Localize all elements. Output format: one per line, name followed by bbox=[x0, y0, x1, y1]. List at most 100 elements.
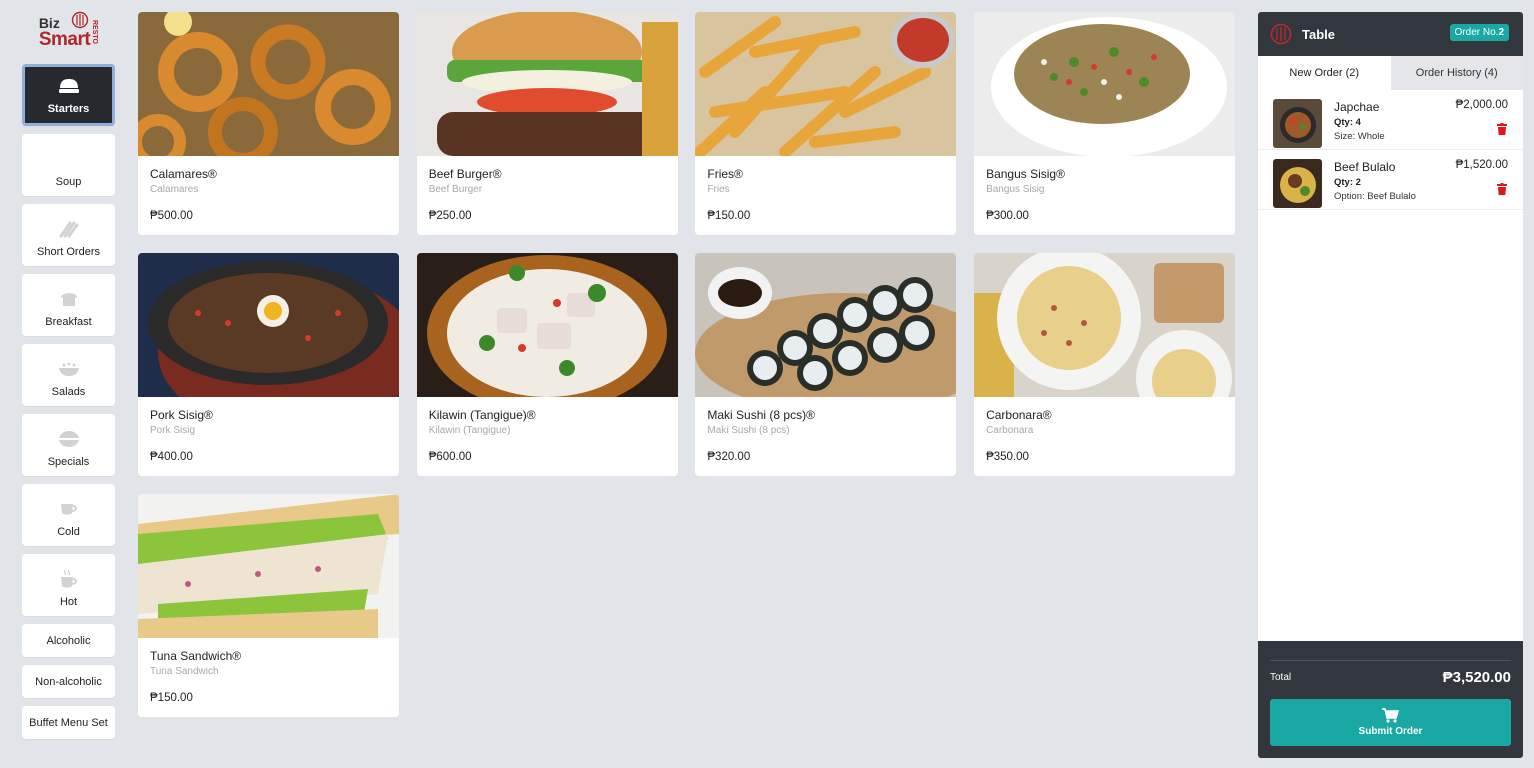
menu-item-price: ₱600.00 bbox=[428, 451, 472, 463]
category-cold[interactable]: Cold bbox=[22, 484, 115, 546]
menu-item-card[interactable]: Carbonara® Carbonara ₱350.00 bbox=[974, 253, 1236, 476]
menu-item-price: ₱400.00 bbox=[150, 451, 193, 463]
menu-item-name: Calamares® bbox=[150, 167, 217, 181]
category-alcoholic[interactable]: Alcoholic bbox=[22, 624, 115, 657]
order-item-option: Option: Beef Bulalo bbox=[1334, 191, 1416, 202]
menu-item-card[interactable]: Fries® Fries ₱150.00 bbox=[695, 12, 957, 235]
submit-order-label: Submit Order bbox=[1358, 726, 1423, 737]
menu-item-name: Beef Burger® bbox=[428, 167, 502, 181]
menu-item-card[interactable]: Maki Sushi (8 pcs)® Maki Sushi (8 pcs) ₱… bbox=[695, 253, 957, 476]
category-specials[interactable]: Specials bbox=[22, 414, 115, 476]
order-item-name: Beef Bulalo bbox=[1334, 160, 1396, 174]
category-soup[interactable]: Soup bbox=[22, 134, 115, 196]
menu-item-price: ₱500.00 bbox=[150, 210, 193, 222]
menu-item-subtitle: Carbonara bbox=[986, 425, 1034, 436]
total-label: Total bbox=[1270, 672, 1292, 683]
trash-icon[interactable] bbox=[1497, 183, 1507, 195]
starters-icon bbox=[58, 75, 80, 97]
menu-item-subtitle: Tuna Sandwich bbox=[150, 666, 219, 677]
tuna-sandwich-photo bbox=[138, 494, 399, 638]
tab-new-order[interactable]: New Order (2) bbox=[1258, 56, 1391, 90]
menu-item-price: ₱320.00 bbox=[707, 451, 751, 463]
category-label: Specials bbox=[47, 456, 90, 468]
fries-photo bbox=[695, 12, 957, 156]
category-hot[interactable]: Hot bbox=[22, 554, 115, 616]
total-value: ₱3,520.00 bbox=[1442, 669, 1511, 686]
category-label: Hot bbox=[59, 596, 78, 608]
brand-line-1: Biz bbox=[38, 14, 60, 31]
breakfast-icon bbox=[59, 288, 79, 310]
menu-item-card[interactable]: Bangus Sisig® Bangus Sisig ₱300.00 bbox=[974, 12, 1236, 235]
menu-item-card[interactable]: Beef Burger® Beef Burger ₱250.00 bbox=[416, 12, 678, 235]
menu-grid: Calamares® Calamares ₱500.00 Beef Burger… bbox=[138, 12, 1236, 717]
order-tabs: New Order (2) Order History (4) bbox=[1258, 56, 1523, 90]
calamares-photo bbox=[138, 12, 399, 156]
category-label: Buffet Menu Set bbox=[29, 716, 108, 729]
menu-item-name: Fries® bbox=[707, 167, 743, 181]
category-label: Non-alcoholic bbox=[35, 675, 102, 688]
menu-item-name: Kilawin (Tangigue)® bbox=[428, 408, 536, 422]
maki-sushi-photo bbox=[695, 253, 957, 397]
menu-item-name: Bangus Sisig® bbox=[986, 167, 1065, 181]
menu-item-card[interactable]: Pork Sisig® Pork Sisig ₱400.00 bbox=[138, 253, 399, 476]
menu-item-subtitle: Kilawin (Tangigue) bbox=[428, 425, 511, 436]
menu-item-name: Maki Sushi (8 pcs)® bbox=[707, 408, 815, 422]
order-number-value: 2 bbox=[1498, 27, 1504, 38]
category-label: Alcoholic bbox=[46, 634, 91, 647]
menu-item-subtitle: Beef Burger bbox=[428, 184, 483, 195]
category-salads[interactable]: Salads bbox=[22, 344, 115, 406]
menu-item-subtitle: Calamares bbox=[150, 184, 199, 195]
menu-item-card[interactable]: Calamares® Calamares ₱500.00 bbox=[138, 12, 399, 235]
menu-item-price: ₱150.00 bbox=[707, 210, 751, 222]
bangus-sisig-photo bbox=[974, 12, 1236, 156]
cart-icon bbox=[1382, 708, 1399, 723]
category-label: Starters bbox=[47, 103, 90, 115]
order-item: Beef Bulalo Qty: 2 Option: Beef Bulalo ₱… bbox=[1258, 150, 1523, 210]
submit-order-button[interactable]: Submit Order bbox=[1270, 699, 1511, 746]
order-number-label: Order No. bbox=[1454, 27, 1499, 38]
order-panel: Table Order No.2 New Order (2) Order His… bbox=[1258, 12, 1523, 758]
category-label: Soup bbox=[55, 176, 82, 188]
pork-sisig-photo bbox=[138, 253, 399, 397]
order-item-qty: Qty: 4 bbox=[1334, 117, 1361, 128]
hot-drink-icon bbox=[58, 568, 80, 590]
cold-drink-icon bbox=[58, 498, 80, 520]
category-label: Salads bbox=[51, 386, 86, 398]
order-item-qty: Qty: 2 bbox=[1334, 177, 1361, 188]
brand-line-3: RESTO bbox=[91, 20, 99, 44]
menu-item-name: Carbonara® bbox=[986, 408, 1052, 422]
brand-mark-icon bbox=[71, 11, 89, 29]
category-breakfast[interactable]: Breakfast bbox=[22, 274, 115, 336]
category-buffet-menu-set[interactable]: Buffet Menu Set bbox=[22, 706, 115, 739]
trash-icon[interactable] bbox=[1497, 123, 1507, 135]
order-item-price: ₱2,000.00 bbox=[1455, 99, 1508, 111]
menu-item-subtitle: Pork Sisig bbox=[150, 425, 196, 436]
category-label: Breakfast bbox=[45, 316, 92, 328]
order-footer: Total ₱3,520.00 Submit Order bbox=[1258, 641, 1523, 758]
menu-item-subtitle: Fries bbox=[707, 184, 730, 195]
order-total: Total ₱3,520.00 bbox=[1270, 669, 1511, 686]
order-number-badge: Order No.2 bbox=[1449, 24, 1509, 41]
category-label: Cold bbox=[57, 526, 80, 538]
salads-icon bbox=[58, 358, 80, 380]
brand-logo: Biz Smart RESTO bbox=[22, 10, 115, 54]
category-sidebar: Biz Smart RESTO Starters Soup Short Orde… bbox=[22, 10, 115, 747]
category-short-orders[interactable]: Short Orders bbox=[22, 204, 115, 266]
menu-item-subtitle: Maki Sushi (8 pcs) bbox=[707, 425, 790, 436]
order-item-option: Size: Whole bbox=[1334, 131, 1385, 142]
order-item-name: Japchae bbox=[1334, 100, 1380, 114]
category-non-alcoholic[interactable]: Non-alcoholic bbox=[22, 665, 115, 698]
menu-item-price: ₱250.00 bbox=[428, 210, 472, 222]
menu-item-card[interactable]: Kilawin (Tangigue)® Kilawin (Tangigue) ₱… bbox=[416, 253, 678, 476]
menu-item-price: ₱300.00 bbox=[986, 210, 1029, 222]
tab-order-history[interactable]: Order History (4) bbox=[1390, 56, 1523, 90]
order-item-price: ₱1,520.00 bbox=[1455, 159, 1508, 171]
category-label: Short Orders bbox=[37, 246, 100, 258]
menu-item-price: ₱350.00 bbox=[986, 451, 1029, 463]
specials-icon bbox=[58, 428, 80, 450]
menu-item-name: Pork Sisig® bbox=[150, 408, 213, 422]
brand-line-2: Smart bbox=[38, 28, 91, 50]
category-starters[interactable]: Starters bbox=[22, 64, 115, 126]
menu-item-card[interactable]: Tuna Sandwich® Tuna Sandwich ₱150.00 bbox=[138, 494, 399, 717]
japchae-thumbnail bbox=[1273, 99, 1322, 148]
